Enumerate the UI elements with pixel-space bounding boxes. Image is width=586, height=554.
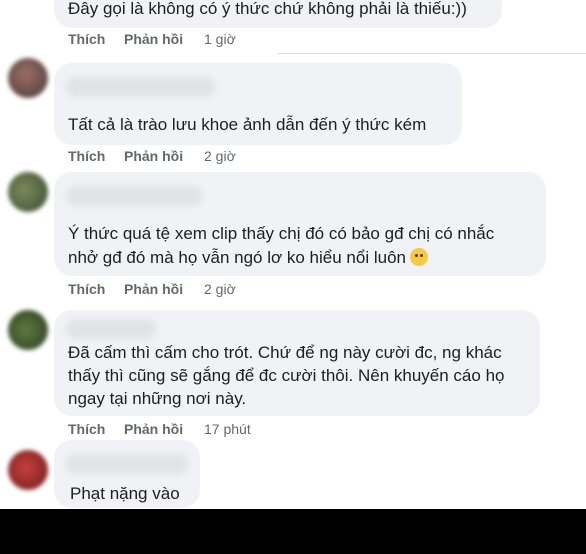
commenter-name[interactable]: [66, 186, 202, 206]
like-button[interactable]: Thích: [68, 421, 124, 437]
comment-actions: Thích Phản hồi 2 giờ: [68, 148, 236, 164]
comment-timestamp[interactable]: 17 phút: [204, 421, 251, 437]
avatar[interactable]: [8, 172, 48, 212]
comment-timestamp[interactable]: 2 giờ: [204, 148, 236, 164]
avatar[interactable]: [8, 450, 48, 490]
divider: [278, 53, 586, 54]
reply-button[interactable]: Phản hồi: [124, 421, 204, 437]
like-button[interactable]: Thích: [68, 148, 124, 164]
comment-timestamp[interactable]: 1 giờ: [204, 31, 236, 47]
comment-actions: Thích Phản hồi 2 giờ: [68, 281, 236, 297]
comment-actions: Thích Phản hồi 17 phút: [68, 421, 251, 437]
comment-text: Đã cấm thì cấm cho trót. Chứ để ng này c…: [68, 343, 502, 362]
commenter-name[interactable]: [66, 319, 156, 339]
avatar[interactable]: [8, 58, 48, 98]
comment-text: Ý thức quá tệ xem clip thấy chị đó có bả…: [68, 224, 495, 243]
reply-button[interactable]: Phản hồi: [124, 281, 204, 297]
comment-text: thấy thì cũng sẽ gắng để đc cười thôi. N…: [68, 366, 505, 385]
like-button[interactable]: Thích: [68, 31, 124, 47]
comment-actions: Thích Phản hồi 1 giờ: [68, 31, 236, 47]
comment-text: ngay tại những nơi này.: [68, 389, 247, 408]
comment-text-line: nhở gđ đó mà họ vẫn ngó lơ ko hiểu nổi l…: [68, 248, 406, 267]
commenter-name[interactable]: [66, 77, 216, 97]
black-bar: [0, 509, 586, 554]
comment-text: Phạt nặng vào: [70, 484, 180, 503]
worried-face-emoji: [409, 248, 428, 266]
comment-text: nhở gđ đó mà họ vẫn ngó lơ ko hiểu nổi l…: [68, 246, 428, 269]
comment-text: Tất cả là trào lưu khoe ảnh dẫn đến ý th…: [68, 115, 427, 134]
reply-button[interactable]: Phản hồi: [124, 31, 204, 47]
avatar[interactable]: [8, 310, 48, 350]
comment-text: Đây gọi là không có ý thức chứ không phả…: [68, 0, 467, 18]
commenter-name[interactable]: [66, 454, 188, 474]
like-button[interactable]: Thích: [68, 281, 124, 297]
reply-button[interactable]: Phản hồi: [124, 148, 204, 164]
comment-timestamp[interactable]: 2 giờ: [204, 281, 236, 297]
